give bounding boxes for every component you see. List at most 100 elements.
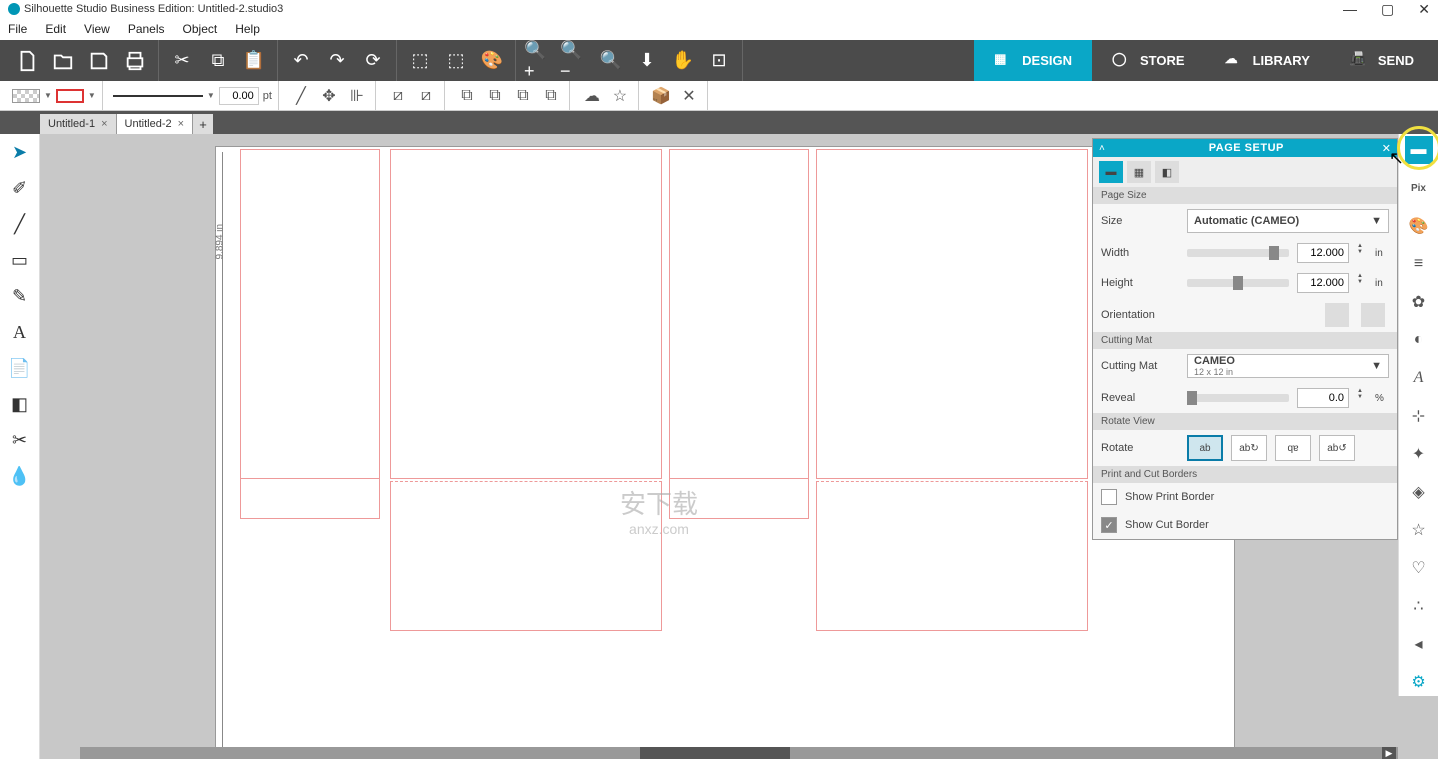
line-style-dropdown-icon[interactable]: ▼: [207, 91, 215, 100]
stroke-width-input[interactable]: [219, 87, 259, 105]
offset-icon[interactable]: ✦: [1405, 440, 1433, 468]
width-slider[interactable]: [1187, 249, 1289, 257]
panel-close-icon[interactable]: ✕: [1382, 142, 1391, 155]
zoom-selection-icon[interactable]: 🔍: [596, 46, 626, 76]
undo-icon[interactable]: ↶: [286, 46, 316, 76]
settings-gear-icon[interactable]: ⚙: [1405, 668, 1433, 696]
rhinestone-icon[interactable]: ∴: [1405, 592, 1433, 620]
fit-icon[interactable]: ⬇: [632, 46, 662, 76]
scroll-right-icon[interactable]: ▶: [1382, 747, 1396, 759]
portrait-icon[interactable]: [1325, 303, 1349, 327]
eraser-tool-icon[interactable]: ◧: [6, 390, 34, 418]
draw-tool-icon[interactable]: ✎: [6, 282, 34, 310]
height-input[interactable]: [1297, 273, 1349, 293]
contrast-icon[interactable]: ◐: [1405, 326, 1433, 354]
add-tab-button[interactable]: +: [193, 114, 213, 134]
height-slider[interactable]: [1187, 279, 1289, 287]
zoom-in-icon[interactable]: 🔍+: [524, 46, 554, 76]
select-all-icon[interactable]: ⬚: [405, 46, 435, 76]
page-tab-icon[interactable]: ▬: [1099, 161, 1123, 183]
menu-file[interactable]: File: [8, 22, 27, 36]
bring-front-icon[interactable]: ⧉: [539, 85, 563, 107]
text-style-icon[interactable]: A: [1405, 364, 1433, 392]
zoom-out-icon[interactable]: 🔍−: [560, 46, 590, 76]
transform-icon[interactable]: ⊹: [1405, 402, 1433, 430]
ungroup-icon[interactable]: ⧉: [483, 85, 507, 107]
line-tool-icon[interactable]: ╱: [289, 85, 313, 107]
stroke-swatch[interactable]: [56, 89, 84, 103]
note-tool-icon[interactable]: 📄: [6, 354, 34, 382]
panel-header[interactable]: ˄ PAGE SETUP ✕: [1093, 139, 1397, 157]
horizontal-scrollbar[interactable]: [80, 747, 1398, 759]
rotate-180-button[interactable]: qɐ: [1275, 435, 1311, 461]
cut-border-checkbox[interactable]: ✓: [1101, 517, 1117, 533]
close-icon[interactable]: ×: [101, 118, 107, 130]
align-tool-icon[interactable]: ⊪: [345, 85, 369, 107]
rotate-90-button[interactable]: ab↻: [1231, 435, 1267, 461]
design-artwork[interactable]: [240, 149, 1110, 759]
close-button[interactable]: ✕: [1418, 1, 1430, 18]
grid-tab-icon[interactable]: ▦: [1127, 161, 1151, 183]
delete-icon[interactable]: ✕: [677, 85, 701, 107]
reveal-spinner[interactable]: ▲▼: [1357, 388, 1367, 408]
eyedropper-tool-icon[interactable]: 💧: [6, 462, 34, 490]
menu-edit[interactable]: Edit: [45, 22, 66, 36]
select-tool-icon[interactable]: ➤: [6, 138, 34, 166]
pixscan-icon[interactable]: Pix: [1405, 174, 1433, 202]
text-tool-icon[interactable]: A: [6, 318, 34, 346]
stroke-dropdown-icon[interactable]: ▼: [88, 91, 96, 100]
nav-library[interactable]: ☁ LIBRARY: [1205, 40, 1330, 81]
box-icon[interactable]: 📦: [649, 85, 673, 107]
cut-icon[interactable]: ✂: [167, 46, 197, 76]
menu-object[interactable]: Object: [183, 22, 218, 36]
refresh-icon[interactable]: ⟳: [358, 46, 388, 76]
knife-tool-icon[interactable]: ✂: [6, 426, 34, 454]
close-icon[interactable]: ×: [178, 118, 184, 130]
tab-untitled-1[interactable]: Untitled-1 ×: [40, 114, 117, 134]
color-panel-icon[interactable]: 🎨: [1405, 212, 1433, 240]
reg-tab-icon[interactable]: ◧: [1155, 161, 1179, 183]
fill-dropdown-icon[interactable]: ▼: [44, 91, 52, 100]
height-spinner[interactable]: ▲▼: [1357, 273, 1367, 293]
new-file-icon[interactable]: [12, 46, 42, 76]
edit-points-tool-icon[interactable]: ✐: [6, 174, 34, 202]
mat-dropdown[interactable]: CAMEO 12 x 12 in ▼: [1187, 354, 1389, 378]
menu-panels[interactable]: Panels: [128, 22, 165, 36]
move-tool-icon[interactable]: ✥: [317, 85, 341, 107]
width-input[interactable]: [1297, 243, 1349, 263]
rotate-0-button[interactable]: ab: [1187, 435, 1223, 461]
line-tool-icon[interactable]: ╱: [6, 210, 34, 238]
rotate-270-button[interactable]: ab↺: [1319, 435, 1355, 461]
nav-send[interactable]: 📠 SEND: [1330, 40, 1434, 81]
group-icon[interactable]: ⧉: [455, 85, 479, 107]
maximize-button[interactable]: ▢: [1381, 1, 1394, 18]
tab-untitled-2[interactable]: Untitled-2 ×: [117, 114, 194, 134]
line-panel-icon[interactable]: ≡: [1405, 250, 1433, 278]
zoom-fit-icon[interactable]: ⊡: [704, 46, 734, 76]
print-border-checkbox[interactable]: [1101, 489, 1117, 505]
deselect-icon[interactable]: ⬚: [441, 46, 471, 76]
star-icon[interactable]: ☆: [608, 85, 632, 107]
send-back-icon[interactable]: ⧉: [511, 85, 535, 107]
color-picker-icon[interactable]: 🎨: [477, 46, 507, 76]
nav-store[interactable]: ◯ STORE: [1092, 40, 1205, 81]
open-file-icon[interactable]: [48, 46, 78, 76]
line-style-preview[interactable]: [113, 95, 203, 97]
rectangle-tool-icon[interactable]: ▭: [6, 246, 34, 274]
menu-view[interactable]: View: [84, 22, 110, 36]
redo-icon[interactable]: ↷: [322, 46, 352, 76]
pan-icon[interactable]: ✋: [668, 46, 698, 76]
collapse-icon[interactable]: ˄: [1099, 143, 1105, 154]
shape-icon[interactable]: ☁: [580, 85, 604, 107]
paste-icon[interactable]: 📋: [239, 46, 269, 76]
page-setup-icon[interactable]: ▬: [1405, 136, 1433, 164]
width-spinner[interactable]: ▲▼: [1357, 243, 1367, 263]
print-icon[interactable]: [120, 46, 150, 76]
reveal-slider[interactable]: [1187, 394, 1289, 402]
menu-help[interactable]: Help: [235, 22, 260, 36]
save-icon[interactable]: [84, 46, 114, 76]
crop2-icon[interactable]: ⧄: [414, 85, 438, 107]
scrollbar-thumb[interactable]: [640, 747, 790, 759]
minimize-button[interactable]: —: [1343, 1, 1357, 18]
heart-icon[interactable]: ♡: [1405, 554, 1433, 582]
